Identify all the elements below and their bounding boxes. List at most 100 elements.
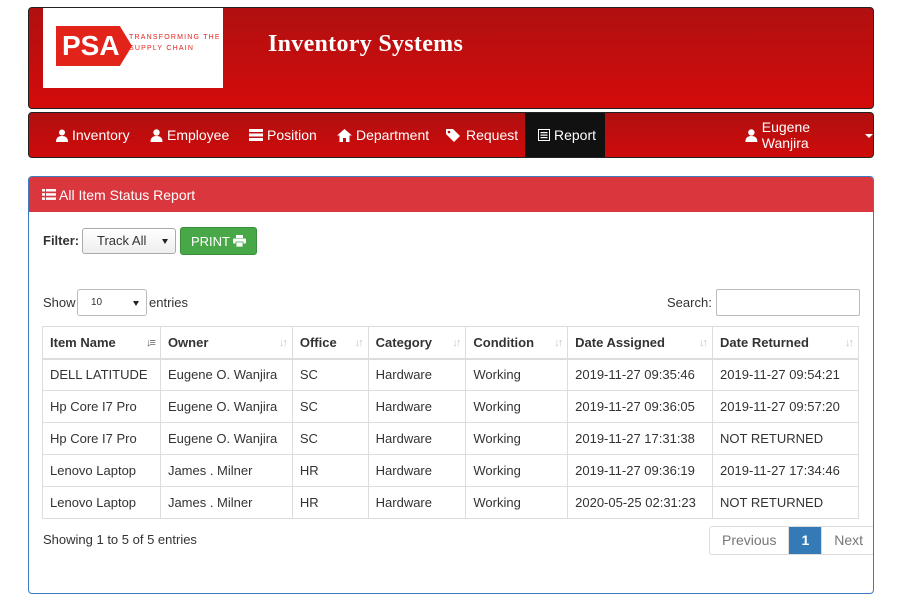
cell-condition: Working [465, 454, 569, 487]
nav-label: Employee [167, 127, 230, 143]
table-row: Lenovo Laptop James . Milner HR Hardware… [42, 486, 859, 519]
user-icon [56, 129, 68, 142]
search-label: Search: [667, 295, 712, 310]
next-page-button[interactable]: Next [821, 527, 873, 554]
entries-label: entries [149, 295, 189, 310]
page-length-value: 10 [91, 297, 103, 308]
sort-icon: ↓↑ [845, 337, 854, 349]
home-icon [337, 128, 352, 142]
nav-label: Report [554, 127, 597, 143]
nav-label: Department [356, 127, 430, 143]
pagination: Previous 1 Next [709, 526, 873, 555]
cell-date-assigned: 2019-11-27 09:35:46 [567, 358, 714, 391]
report-panel: All Item Status Report Filter: Track All… [28, 176, 874, 594]
main-navbar: Inventory Employee Position Department R… [28, 112, 874, 158]
nav-item-inventory[interactable]: Inventory [56, 113, 130, 157]
page-length-select[interactable]: 10 [77, 289, 147, 316]
print-label: PRINT [191, 233, 230, 249]
sort-icon: ↓↑ [452, 337, 461, 349]
page-1-button[interactable]: 1 [789, 527, 822, 554]
nav-item-department[interactable]: Department [337, 113, 429, 157]
sort-icon: ↓↑ [278, 337, 288, 349]
cell-item-name: Lenovo Laptop [42, 454, 161, 487]
cell-date-assigned: 2019-11-27 09:36:05 [567, 390, 714, 423]
nav-item-report[interactable]: Report [525, 113, 605, 157]
cell-owner: James . Milner [159, 454, 293, 487]
server-icon [249, 129, 263, 141]
logo-tagline: TRANSFORMING THE SUPPLY CHAIN [129, 34, 221, 52]
filter-label: Filter: [43, 233, 80, 248]
cell-owner: James . Milner [159, 486, 293, 519]
cell-date-returned: 2019-11-27 09:57:20 [712, 390, 859, 423]
print-button[interactable]: PRINT [180, 227, 257, 255]
nav-item-request[interactable]: Request [446, 113, 518, 157]
company-logo[interactable]: PSA TRANSFORMING THE SUPPLY CHAIN [43, 8, 223, 88]
nav-item-employee[interactable]: Employee [150, 113, 229, 157]
sort-icon: ↓↑ [554, 337, 563, 349]
logo-mark: PSA [56, 26, 132, 66]
cell-category: Hardware [367, 390, 467, 423]
column-header-owner[interactable]: Owner ↓↑ [159, 326, 293, 360]
sort-asc-icon: ↓≡ [146, 337, 156, 349]
cell-category: Hardware [367, 454, 467, 487]
app-title: Inventory Systems [268, 31, 464, 57]
filter-value: Track All [97, 233, 147, 248]
column-header-category[interactable]: Category ↓↑ [367, 326, 467, 360]
search-input[interactable] [716, 289, 860, 316]
user-name: Eugene Wanjira [761, 119, 811, 151]
cell-date-assigned: 2020-05-25 02:31:23 [567, 486, 714, 519]
chevron-down-icon [865, 134, 873, 138]
report-table: Item Name ↓≡ Owner ↓↑ Office ↓↑ Category ↓↑ … [42, 326, 859, 519]
column-header-date-returned[interactable]: Date Returned ↓↑ [712, 326, 859, 360]
app-header: PSA TRANSFORMING THE SUPPLY CHAIN Invent… [28, 7, 874, 109]
cell-office: SC [291, 390, 369, 423]
table-row: DELL LATITUDE Eugene O. Wanjira SC Hardw… [42, 358, 859, 391]
user-icon [150, 128, 163, 142]
nav-label: Inventory [72, 127, 130, 143]
filter-select[interactable]: Track All [82, 228, 176, 254]
table-row: Hp Core I7 Pro Eugene O. Wanjira SC Hard… [42, 422, 859, 455]
cell-category: Hardware [367, 422, 467, 455]
previous-page-button[interactable]: Previous [710, 527, 790, 554]
print-icon [233, 235, 246, 247]
table-info: Showing 1 to 5 of 5 entries [43, 532, 197, 547]
column-header-date-assigned[interactable]: Date Assigned ↓↑ [567, 326, 714, 360]
cell-item-name: Hp Core I7 Pro [42, 422, 161, 455]
cell-item-name: Hp Core I7 Pro [42, 390, 161, 423]
cell-office: SC [291, 358, 369, 391]
cell-date-returned: 2019-11-27 17:34:46 [712, 454, 859, 487]
sort-icon: ↓↑ [354, 337, 364, 349]
cell-owner: Eugene O. Wanjira [159, 390, 293, 423]
table-row: Lenovo Laptop James . Milner HR Hardware… [42, 454, 859, 487]
list-alt-icon [538, 129, 550, 141]
cell-date-assigned: 2019-11-27 09:36:19 [567, 454, 714, 487]
cell-condition: Working [465, 486, 569, 519]
dropdown-arrow-icon [133, 301, 139, 306]
cell-condition: Working [465, 422, 569, 455]
nav-label: Request [466, 127, 519, 143]
panel-heading: All Item Status Report [29, 177, 873, 212]
cell-owner: Eugene O. Wanjira [159, 422, 293, 455]
panel-title: All Item Status Report [59, 186, 196, 203]
cell-category: Hardware [367, 358, 467, 391]
cell-owner: Eugene O. Wanjira [159, 358, 293, 391]
cell-category: Hardware [367, 486, 467, 519]
cell-office: HR [291, 486, 369, 519]
cell-date-assigned: 2019-11-27 17:31:38 [567, 422, 714, 455]
cell-item-name: Lenovo Laptop [42, 486, 161, 519]
show-label: Show [43, 295, 76, 310]
column-header-condition[interactable]: Condition ↓↑ [465, 326, 569, 360]
nav-item-position[interactable]: Position [249, 113, 317, 157]
user-menu[interactable]: Eugene Wanjira [745, 113, 873, 157]
dropdown-arrow-icon [162, 239, 168, 244]
table-row: Hp Core I7 Pro Eugene O. Wanjira SC Hard… [42, 390, 859, 423]
cell-date-returned: NOT RETURNED [712, 422, 859, 455]
column-header-item-name[interactable]: Item Name ↓≡ [42, 326, 161, 360]
user-icon [745, 128, 758, 142]
cell-office: HR [291, 454, 369, 487]
column-header-office[interactable]: Office ↓↑ [291, 326, 369, 360]
cell-condition: Working [465, 358, 569, 391]
cell-office: SC [291, 422, 369, 455]
list-icon [42, 189, 56, 200]
cell-date-returned: NOT RETURNED [712, 486, 859, 519]
